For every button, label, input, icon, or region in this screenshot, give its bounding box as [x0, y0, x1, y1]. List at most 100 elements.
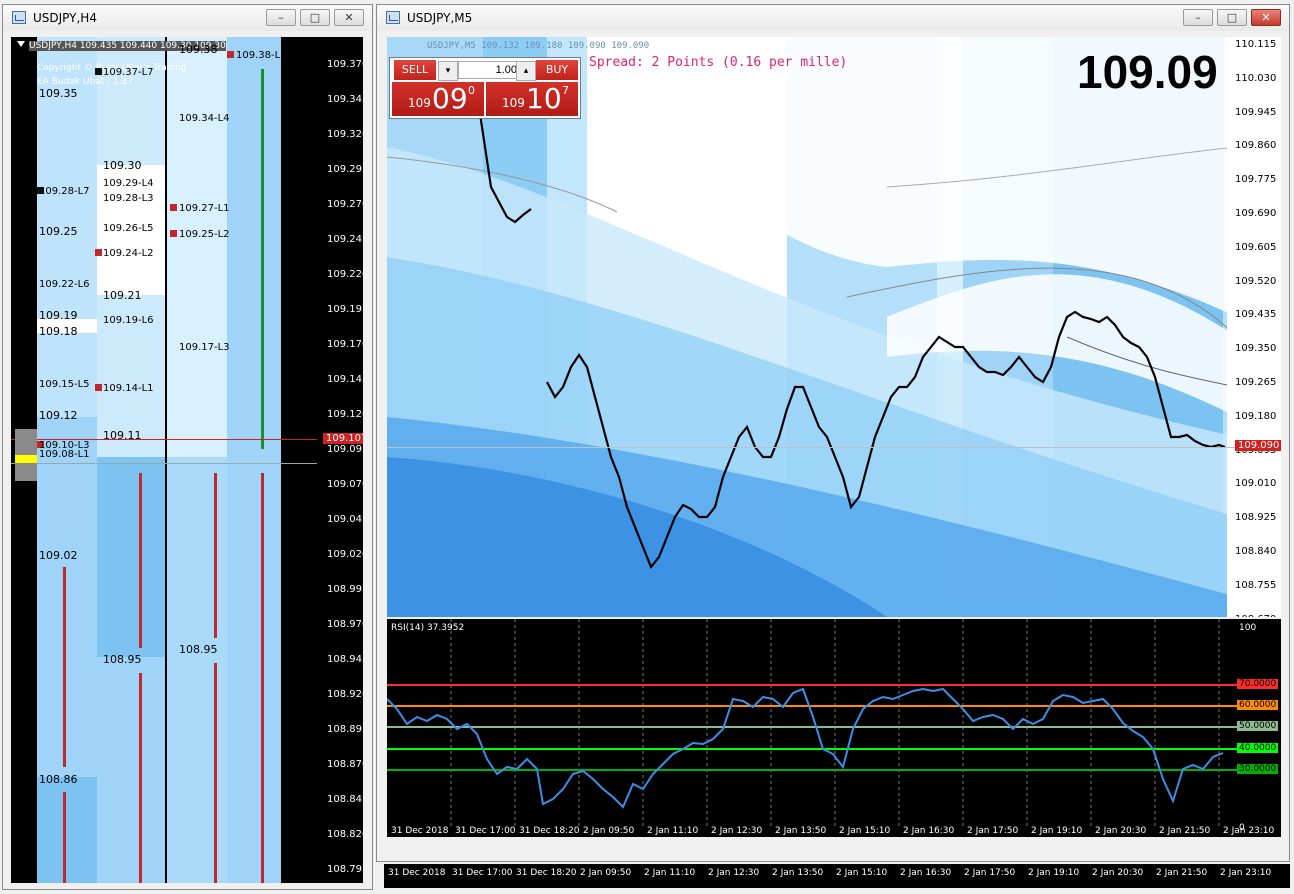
time-axis-label: 2 Jan 09:50: [583, 826, 635, 836]
level-label: 109.38: [179, 43, 218, 56]
price-axis-label: 108.945: [327, 654, 363, 665]
price-axis-label: 109.265: [1235, 377, 1277, 388]
price-axis-label: 109.095: [327, 444, 363, 455]
window-titlebar[interactable]: USDJPY,H4 – □ ✕: [3, 5, 372, 31]
price-axis-label: 109.220: [327, 269, 363, 280]
maximize-button[interactable]: □: [1217, 9, 1247, 26]
price-axis-label: 109.370: [327, 59, 363, 70]
level-label: 109.18: [39, 325, 78, 338]
level-tag: 109.25-L2: [179, 229, 230, 240]
time-axis-label: 2 Jan 20:30: [1095, 826, 1147, 836]
sell-button-small[interactable]: SELL: [394, 60, 436, 80]
level-tag: 109.29-L4: [103, 178, 154, 189]
price-axis-label: 108.870: [327, 759, 363, 770]
price-axis-label: 109.195: [327, 304, 363, 315]
rsi-level-tag-30: 30.0000: [1237, 764, 1279, 774]
time-axis-label: 2 Jan 16:30: [900, 868, 952, 878]
time-axis-label: 2 Jan 13:50: [775, 826, 827, 836]
price-axis-label: 109.170: [327, 339, 363, 350]
time-axis-label: 2 Jan 16:30: [903, 826, 955, 836]
level-tag: 109.26-L5: [103, 223, 154, 234]
time-axis-label: 31 Dec 17:00: [452, 868, 513, 878]
sell-price-handle: 109: [408, 96, 431, 110]
level-label: 109.02: [39, 549, 78, 562]
buy-price-fraction: 7: [562, 84, 569, 97]
price-axis-label: 109.245: [327, 234, 363, 245]
level-marker: [95, 68, 102, 75]
price-axis-label: 110.115: [1235, 39, 1277, 50]
buy-button-small[interactable]: BUY: [536, 60, 578, 80]
maximize-button[interactable]: □: [300, 9, 330, 26]
chart-window-usdjpy-m5[interactable]: USDJPY,M5 – □ ✕ 110.115 110.030 109.945 …: [376, 4, 1290, 862]
lot-size-input[interactable]: [458, 61, 520, 79]
minimize-button[interactable]: –: [1183, 9, 1213, 26]
red-level-bar: [214, 473, 217, 638]
price-axis-label: 109.020: [327, 549, 363, 560]
sell-price-pips: 09: [432, 82, 468, 115]
sell-price-fraction: 0: [468, 84, 475, 97]
level-band: [167, 457, 227, 883]
time-axis-label: 2 Jan 17:50: [967, 826, 1019, 836]
buy-price-button[interactable]: 109 10 7: [486, 82, 578, 116]
time-axis-label: 2 Jan 12:30: [708, 868, 760, 878]
red-level-bar: [261, 473, 264, 883]
time-axis-label: 2 Jan 23:10: [1220, 868, 1272, 878]
time-axis-label: 31 Dec 17:00: [455, 826, 516, 836]
time-axis-label: 31 Dec 2018: [391, 826, 449, 836]
time-axis-label: 2 Jan 15:10: [839, 826, 891, 836]
bid-line: [11, 463, 323, 464]
red-level-bar: [214, 663, 217, 883]
price-axis-label: 109.520: [1235, 275, 1277, 287]
time-axis-label: 2 Jan 17:50: [964, 868, 1016, 878]
price-axis-label: 108.795: [327, 864, 363, 875]
lot-increase-button[interactable]: ▴: [516, 61, 536, 81]
price-axis-label: 109.010: [1235, 478, 1277, 490]
time-axis-label: 2 Jan 13:50: [772, 868, 824, 878]
level-band: [227, 37, 281, 883]
price-axis[interactable]: 110.115 110.030 109.945 109.860 109.775 109.6…: [1227, 37, 1281, 617]
level-label: 109.30: [103, 159, 142, 172]
time-axis-label: 2 Jan 15:10: [836, 868, 888, 878]
time-axis-label: 2 Jan 23:10: [1223, 826, 1275, 836]
level-band: [37, 777, 97, 883]
position-marker-highlight: [15, 455, 37, 463]
chart-window-usdjpy-h4[interactable]: USDJPY,H4 – □ ✕ USDJPY,H4 109.435 109.44…: [2, 4, 373, 890]
minimize-button[interactable]: –: [266, 9, 296, 26]
chart-window-icon: [12, 11, 26, 24]
close-button[interactable]: ✕: [1251, 9, 1281, 26]
level-tag: 109.28-L3: [103, 193, 154, 204]
rsi-level-tag-50: 50.0000: [1237, 721, 1279, 731]
chart-dropdown-icon[interactable]: [17, 41, 25, 47]
time-axis-label: 2 Jan 19:10: [1028, 868, 1080, 878]
level-marker: [95, 249, 102, 256]
close-button[interactable]: ✕: [334, 9, 364, 26]
bottom-time-axis: 31 Dec 2018 31 Dec 17:00 31 Dec 18:20 2 Jan…: [384, 864, 1290, 888]
one-click-trading-panel: SELL ▾ ▴ BUY 109 09 0 109 10 7: [389, 57, 581, 119]
red-level-bar: [63, 567, 66, 767]
level-label: 108.95: [179, 643, 218, 656]
price-axis-label: 108.920: [327, 689, 363, 700]
h4-chart-area[interactable]: USDJPY,H4 109.435 109.440 109.30 109.30 …: [11, 37, 363, 883]
lot-decrease-button[interactable]: ▾: [438, 61, 458, 81]
window-titlebar[interactable]: USDJPY,M5 – □ ✕: [377, 5, 1289, 31]
level-tag: 109.08-L1: [39, 449, 90, 460]
price-axis-label: 109.120: [327, 409, 363, 420]
level-band: [97, 657, 165, 883]
level-label: 109.25: [39, 225, 78, 238]
window-title: USDJPY,M5: [407, 11, 473, 25]
window-title: USDJPY,H4: [33, 11, 97, 25]
price-axis-label: 109.435: [1235, 309, 1277, 321]
price-axis-label: 108.670: [1235, 614, 1276, 617]
time-axis-label: 31 Dec 18:20: [516, 868, 577, 878]
m5-chart-area[interactable]: 110.115 110.030 109.945 109.860 109.775 109.6…: [387, 37, 1281, 617]
level-label: 109.35: [39, 87, 78, 100]
sell-price-button[interactable]: 109 09 0: [392, 82, 484, 116]
price-axis[interactable]: 109.370 109.345 109.320 109.295 109.270 109.2…: [317, 37, 363, 883]
spread-text: Spread: 2 Points (0.16 per mille): [589, 55, 848, 70]
price-axis-label: 108.925: [1235, 512, 1277, 524]
level-marker: [95, 384, 102, 391]
price-axis-label: 108.995: [327, 584, 363, 595]
price-axis-label: 109.350: [1235, 343, 1277, 355]
price-axis-label: 108.820: [327, 829, 363, 840]
rsi-subwindow[interactable]: RSI(14) 37.3952 100 0 70.0000 60.0000 50…: [387, 619, 1281, 837]
